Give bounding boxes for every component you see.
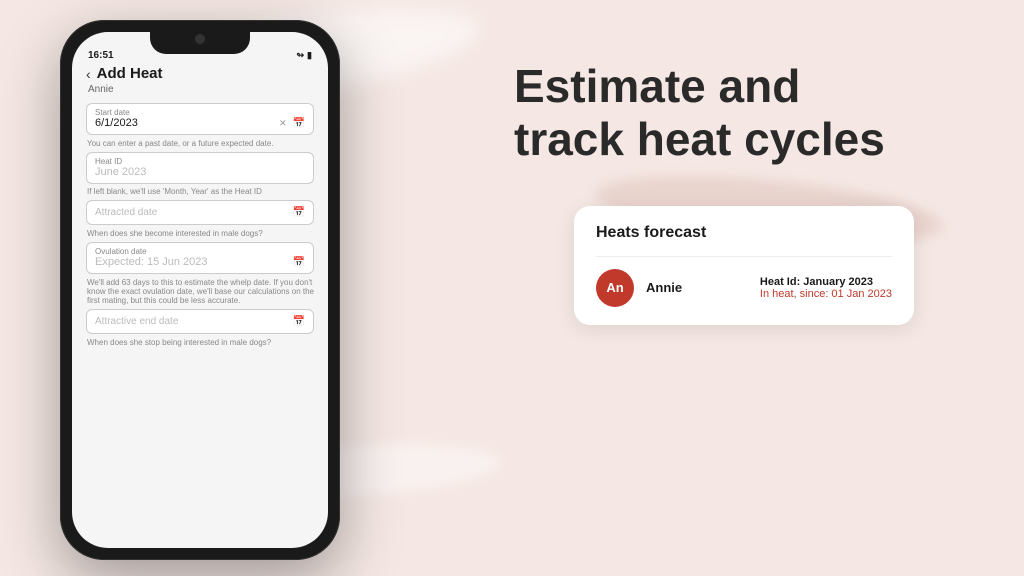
phone-camera bbox=[195, 34, 205, 44]
back-button[interactable]: ‹ bbox=[86, 66, 91, 82]
start-date-hint: You can enter a past date, or a future e… bbox=[86, 139, 314, 148]
clear-icon[interactable]: ✕ bbox=[279, 118, 287, 128]
attracted-date-hint: When does she become interested in male … bbox=[86, 229, 314, 238]
forecast-status: In heat, since: 01 Jan 2023 bbox=[760, 288, 892, 300]
right-panel: Estimate and track heat cycles Heats for… bbox=[514, 60, 984, 325]
forecast-card: Heats forecast An Annie Heat Id: January… bbox=[574, 206, 914, 325]
screen-subtitle: Annie bbox=[86, 84, 314, 95]
hero-text: Estimate and track heat cycles bbox=[514, 60, 984, 166]
ovulation-date-label: Ovulation date bbox=[95, 247, 305, 256]
attractive-end-calendar-icon[interactable]: 📅 bbox=[293, 316, 305, 327]
start-date-value: 6/1/2023 bbox=[95, 117, 138, 129]
forecast-row: An Annie Heat Id: January 2023 In heat, … bbox=[596, 269, 892, 307]
heat-id-field[interactable]: Heat ID June 2023 bbox=[86, 152, 314, 184]
phone-screen: 16:51 ↬ ▮ ‹ Add Heat Annie Start date bbox=[72, 32, 328, 548]
ovulation-date-field[interactable]: Ovulation date Expected: 15 Jun 2023 📅 bbox=[86, 242, 314, 274]
attracted-date-field[interactable]: Attracted date 📅 bbox=[86, 200, 314, 225]
heat-id-hint: If left blank, we'll use 'Month, Year' a… bbox=[86, 187, 314, 196]
forecast-heat-id: Heat Id: January 2023 bbox=[760, 276, 892, 288]
phone-mockup: 16:51 ↬ ▮ ‹ Add Heat Annie Start date bbox=[60, 20, 340, 560]
phone-frame: 16:51 ↬ ▮ ‹ Add Heat Annie Start date bbox=[60, 20, 340, 560]
attractive-end-hint: When does she stop being interested in m… bbox=[86, 338, 314, 347]
heat-id-label: Heat ID bbox=[95, 157, 305, 166]
forecast-dog-name: Annie bbox=[646, 280, 748, 295]
forecast-details: Heat Id: January 2023 In heat, since: 01… bbox=[760, 276, 892, 300]
start-date-field[interactable]: Start date 6/1/2023 ✕ 📅 bbox=[86, 103, 314, 135]
ovulation-date-hint: We'll add 63 days to this to estimate th… bbox=[86, 278, 314, 305]
heat-id-placeholder: June 2023 bbox=[95, 166, 146, 178]
hero-line2: track heat cycles bbox=[514, 113, 885, 165]
app-header: ‹ Add Heat bbox=[86, 65, 314, 82]
attracted-date-label: Attracted date bbox=[95, 207, 157, 218]
forecast-title: Heats forecast bbox=[596, 224, 892, 242]
avatar-initials: An bbox=[606, 280, 623, 295]
attractive-end-field[interactable]: Attractive end date 📅 bbox=[86, 309, 314, 334]
ovulation-date-placeholder: Expected: 15 Jun 2023 bbox=[95, 256, 208, 268]
attractive-end-label: Attractive end date bbox=[95, 316, 178, 327]
hero-line1: Estimate and bbox=[514, 60, 800, 112]
calendar-icon[interactable]: 📅 bbox=[293, 118, 305, 129]
battery-icon: ▮ bbox=[307, 50, 312, 61]
app-content: ‹ Add Heat Annie Start date 6/1/2023 ✕ 📅 bbox=[72, 65, 328, 541]
start-date-label: Start date bbox=[95, 108, 305, 117]
status-time: 16:51 bbox=[88, 50, 114, 61]
avatar: An bbox=[596, 269, 634, 307]
forecast-info: Annie bbox=[646, 280, 748, 295]
screen-title: Add Heat bbox=[97, 65, 163, 82]
wifi-icon: ↬ bbox=[297, 50, 305, 61]
status-icons: ↬ ▮ bbox=[297, 50, 313, 61]
ovulation-calendar-icon[interactable]: 📅 bbox=[293, 257, 305, 268]
attracted-calendar-icon[interactable]: 📅 bbox=[293, 207, 305, 218]
forecast-divider bbox=[596, 256, 892, 257]
